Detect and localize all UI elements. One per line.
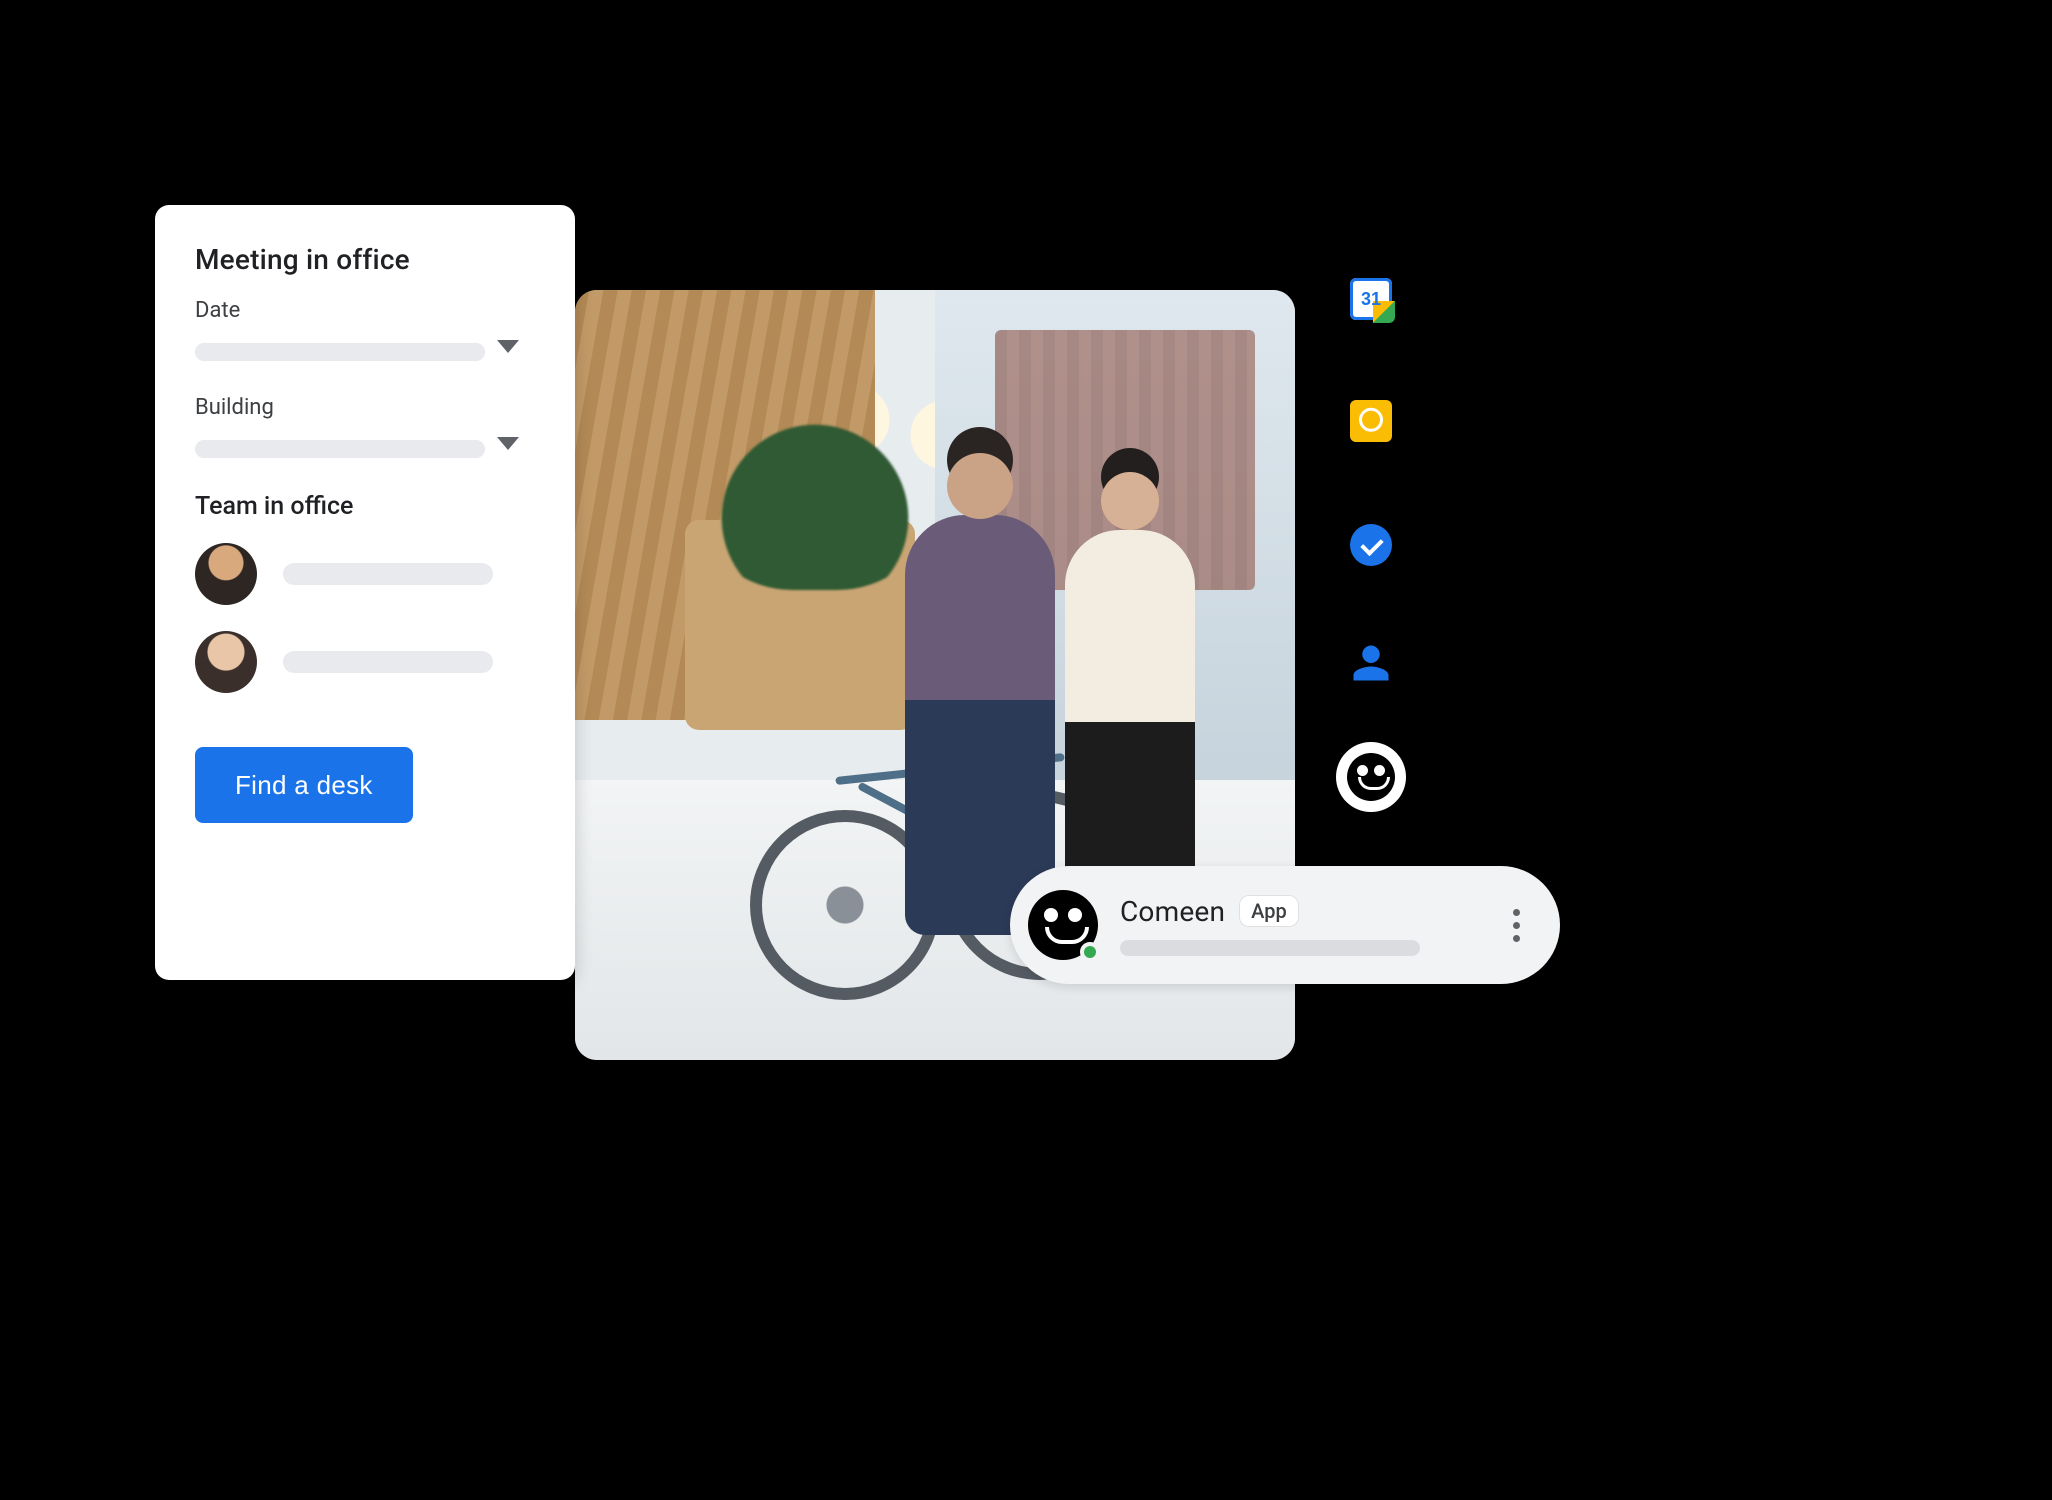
chevron-down-icon [497, 340, 519, 353]
team-member-name-placeholder [283, 651, 493, 673]
app-badge: App [1239, 895, 1299, 927]
avatar[interactable] [195, 631, 257, 693]
more-options-button[interactable] [1507, 903, 1526, 948]
date-select[interactable] [195, 337, 535, 367]
date-value-placeholder [195, 343, 485, 361]
comeen-glyph [1347, 753, 1395, 801]
chat-app-name: Comeen [1120, 895, 1225, 928]
team-member-row [195, 543, 535, 605]
google-keep-icon[interactable] [1350, 400, 1392, 442]
chevron-down-icon [497, 437, 519, 450]
booking-title: Meeting in office [195, 243, 535, 276]
team-member-row [195, 631, 535, 693]
booking-card: Meeting in office Date Building Team in … [155, 205, 575, 980]
chat-message-placeholder [1120, 940, 1420, 956]
photo-person [905, 515, 1055, 935]
google-contacts-icon[interactable] [1350, 642, 1392, 684]
building-select[interactable] [195, 434, 535, 464]
team-member-name-placeholder [283, 563, 493, 585]
chat-app-avatar [1028, 890, 1098, 960]
chat-chip-body: Comeen App [1120, 895, 1507, 956]
google-tasks-icon[interactable] [1350, 524, 1392, 566]
building-value-placeholder [195, 440, 485, 458]
building-label: Building [195, 395, 535, 420]
comeen-app-icon[interactable] [1336, 742, 1406, 812]
photo-plant [705, 410, 925, 590]
date-label: Date [195, 298, 535, 323]
google-calendar-icon[interactable] [1350, 278, 1392, 320]
find-desk-button[interactable]: Find a desk [195, 747, 413, 823]
presence-indicator [1080, 942, 1100, 962]
team-section-title: Team in office [195, 492, 535, 521]
chat-app-chip[interactable]: Comeen App [1010, 866, 1560, 984]
avatar[interactable] [195, 543, 257, 605]
